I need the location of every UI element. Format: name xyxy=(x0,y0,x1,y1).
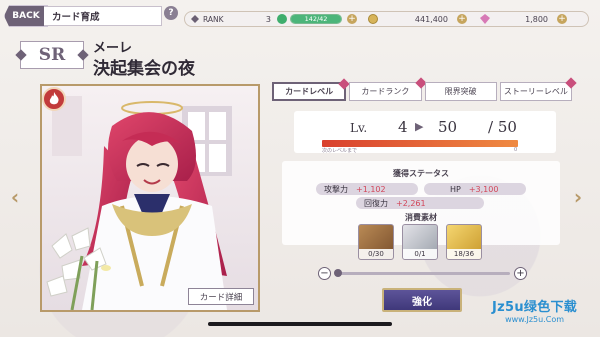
slider-thumb[interactable] xyxy=(334,269,342,277)
status-bar: RANK 3 142/42 + 441,400 + 1,800 + xyxy=(184,11,589,27)
coin-icon xyxy=(368,14,378,24)
previous-card-arrow-icon[interactable]: ‹ xyxy=(8,185,22,209)
recovery-value: +2,261 xyxy=(396,198,426,208)
character-illustration xyxy=(42,86,258,310)
material-count: 0/1 xyxy=(403,249,437,259)
card-art xyxy=(40,84,260,312)
watermark-line1: Jz5u绿色下载 xyxy=(492,300,578,315)
decrease-button[interactable]: − xyxy=(318,267,331,280)
hp-stat: HP +3,100 xyxy=(424,183,526,195)
tab-card-level[interactable]: カードレベル xyxy=(272,78,350,101)
hp-value: +3,100 xyxy=(468,184,499,194)
enhance-button[interactable]: 強化 xyxy=(382,288,462,312)
home-indicator xyxy=(208,322,392,326)
stamina-bar: 142/42 xyxy=(290,14,342,24)
level-panel: Lv. 4 ▶ 50 / 50 次のレベルまで 0 xyxy=(294,111,556,154)
back-button[interactable]: BACK xyxy=(4,5,48,27)
current-level: 4 xyxy=(398,118,408,136)
tab-label: カードランク xyxy=(361,87,410,96)
fire-attribute-icon xyxy=(42,87,66,111)
tab-story-level[interactable]: ストーリーレベル xyxy=(499,77,577,101)
material-count: 0/30 xyxy=(359,249,393,259)
target-level: 50 xyxy=(438,118,458,136)
level-separator: / xyxy=(488,118,494,136)
tab-bar: カードレベル カードランク 限界突破 ストーリーレベル xyxy=(272,77,577,101)
gem-icon xyxy=(480,14,490,24)
stamina-text: 142/42 xyxy=(304,15,328,23)
next-card-arrow-icon[interactable]: › xyxy=(571,185,585,209)
tab-label: 限界突破 xyxy=(444,87,477,96)
tab-label: カードレベル xyxy=(285,87,334,96)
exp-fill xyxy=(322,140,518,147)
level-label: Lv. xyxy=(350,121,368,135)
tab-limit-break[interactable]: 限界突破 xyxy=(424,82,497,101)
level-arrow-icon: ▶ xyxy=(415,120,424,133)
recovery-stat: 回復力 +2,261 xyxy=(356,197,484,209)
increase-button[interactable]: + xyxy=(514,267,527,280)
rank-value: 3 xyxy=(265,14,271,24)
max-level: / 50 xyxy=(488,118,517,136)
exp-remaining: 0 xyxy=(514,147,518,153)
attack-value: +1,102 xyxy=(356,184,386,194)
attack-label: 攻撃力 xyxy=(324,184,348,194)
help-button[interactable]: ? xyxy=(164,6,178,20)
rank-label: RANK xyxy=(203,14,224,24)
exp-bar xyxy=(322,140,518,147)
attack-stat: 攻撃力 +1,102 xyxy=(316,183,418,195)
watermark-line2: www.Jz5u.Com xyxy=(505,315,565,324)
materials-title: 消費素材 xyxy=(405,213,437,222)
stamina-plus-button[interactable]: + xyxy=(347,14,357,24)
watermark: Jz5u绿色下载 www.Jz5u.Com xyxy=(492,296,577,324)
material-item-1[interactable]: 0/30 xyxy=(358,224,394,260)
recovery-label: 回復力 xyxy=(364,198,388,208)
stats-title: 獲得ステータス xyxy=(393,169,449,178)
gem-value: 1,800 xyxy=(525,14,548,24)
rank-icon xyxy=(191,15,199,23)
material-item-2[interactable]: 0/1 xyxy=(402,224,438,260)
coin-value: 441,400 xyxy=(414,14,448,24)
card-detail-button[interactable]: カード詳細 xyxy=(188,288,254,305)
rarity-badge: SR xyxy=(20,41,84,69)
tab-label: ストーリーレベル xyxy=(503,87,568,96)
page-title: カード育成 xyxy=(44,6,162,26)
coin-plus-button[interactable]: + xyxy=(457,14,467,24)
card-title: 決起集会の夜 xyxy=(93,59,195,79)
max-level-value: 50 xyxy=(497,118,517,136)
exp-caption: 次のレベルまで xyxy=(322,148,358,154)
gem-plus-button[interactable]: + xyxy=(557,14,567,24)
hp-label: HP xyxy=(450,184,461,194)
stamina-icon xyxy=(277,14,287,24)
material-item-3[interactable]: 18/36 xyxy=(446,224,482,260)
quantity-slider[interactable] xyxy=(334,269,510,277)
tab-card-rank[interactable]: カードランク xyxy=(349,77,427,101)
material-count: 18/36 xyxy=(447,249,481,259)
